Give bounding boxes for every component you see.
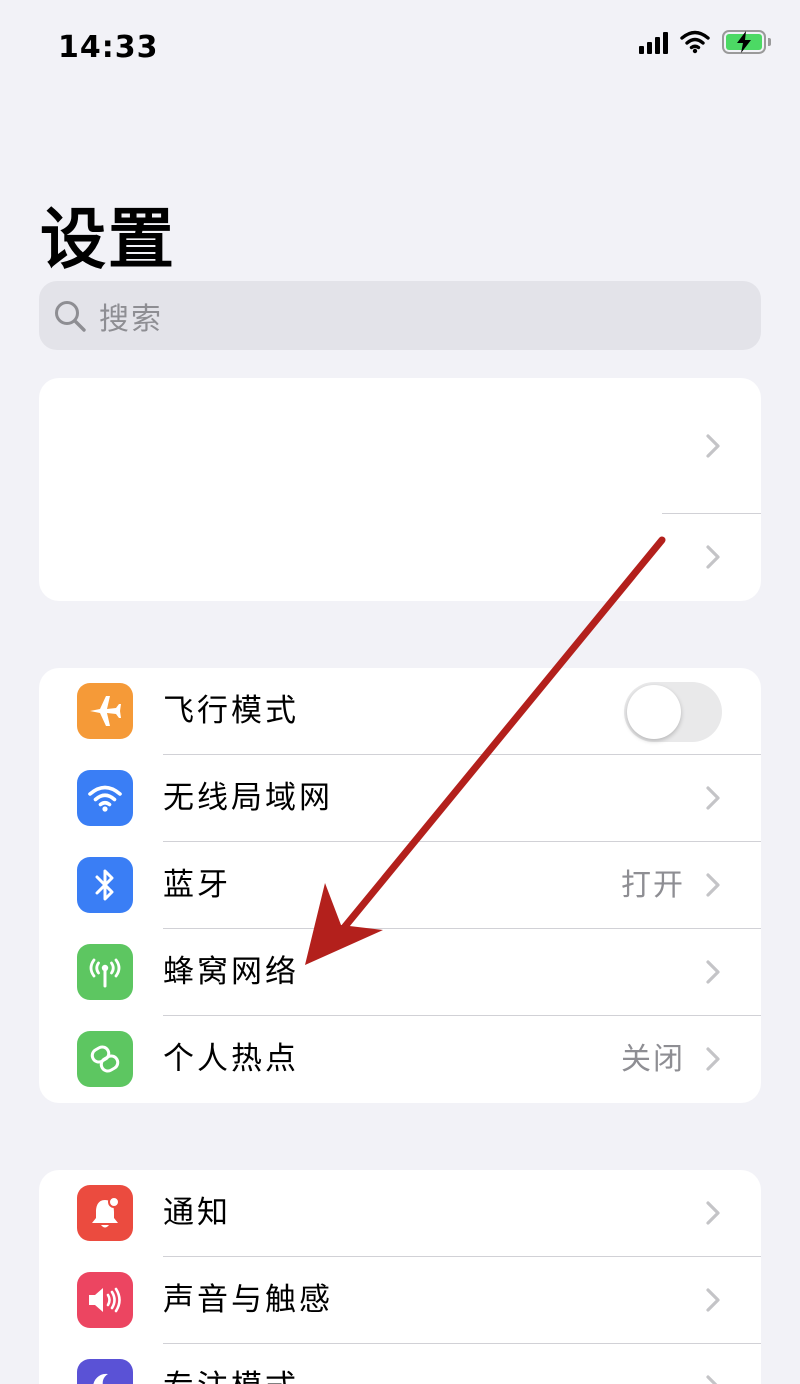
chevron-right-icon <box>706 1047 720 1071</box>
personal-hotspot-row[interactable]: 个人热点 关闭 <box>39 1016 761 1103</box>
search-input[interactable]: 搜索 <box>39 281 761 350</box>
row-label: 飞行模式 <box>163 693 299 729</box>
focus-mode-row[interactable]: 专注模式 <box>39 1344 761 1384</box>
bluetooth-row[interactable]: 蓝牙 打开 <box>39 842 761 929</box>
status-time: 14:33 <box>58 30 159 65</box>
chevron-right-icon <box>706 873 720 897</box>
wifi-icon <box>77 770 133 826</box>
chevron-right-icon <box>706 434 720 458</box>
battery-icon <box>722 30 771 54</box>
airplane-icon <box>77 683 133 739</box>
search-placeholder: 搜索 <box>99 301 163 337</box>
row-label: 专注模式 <box>163 1344 299 1384</box>
cellular-row[interactable]: 蜂窝网络 <box>39 929 761 1016</box>
cellular-icon <box>77 944 133 1000</box>
wifi-row[interactable]: 无线局域网 <box>39 755 761 842</box>
search-icon <box>55 300 86 332</box>
charging-bolt-icon <box>737 31 751 53</box>
apple-id-row[interactable] <box>39 378 761 513</box>
airplane-mode-row[interactable]: 飞行模式 <box>39 668 761 755</box>
airplane-mode-toggle[interactable] <box>624 682 722 742</box>
hotspot-icon <box>77 1031 133 1087</box>
sounds-haptics-row[interactable]: 声音与触感 <box>39 1257 761 1344</box>
chevron-right-icon <box>706 545 720 569</box>
row-label: 无线局域网 <box>163 780 333 816</box>
chevron-right-icon <box>706 1288 720 1312</box>
cellular-signal-icon <box>639 30 668 54</box>
status-bar: 14:33 <box>0 0 800 100</box>
profile-group <box>39 378 761 601</box>
notification-settings-group: 通知 声音与触感 专注模式 <box>39 1170 761 1384</box>
bluetooth-icon <box>77 857 133 913</box>
chevron-right-icon <box>706 786 720 810</box>
network-settings-group: 飞行模式 无线局域网 蓝牙 打开 蜂窝网络 个人热点 关闭 <box>39 668 761 1103</box>
wifi-status-icon <box>680 30 710 54</box>
row-label: 蓝牙 <box>163 867 231 903</box>
profile-suggestion-row[interactable] <box>39 514 761 601</box>
chevron-right-icon <box>706 1375 718 1384</box>
row-label: 声音与触感 <box>163 1282 333 1318</box>
speaker-icon <box>77 1272 133 1328</box>
notifications-row[interactable]: 通知 <box>39 1170 761 1257</box>
moon-icon <box>77 1359 133 1384</box>
row-label: 个人热点 <box>163 1041 299 1077</box>
page-title: 设置 <box>40 201 176 278</box>
chevron-right-icon <box>706 960 720 984</box>
bluetooth-status: 打开 <box>621 868 685 903</box>
status-icons <box>639 30 771 54</box>
row-label: 通知 <box>163 1195 231 1231</box>
chevron-right-icon <box>706 1201 720 1225</box>
hotspot-status: 关闭 <box>621 1042 685 1077</box>
row-label: 蜂窝网络 <box>163 954 299 990</box>
notification-bell-icon <box>77 1185 133 1241</box>
